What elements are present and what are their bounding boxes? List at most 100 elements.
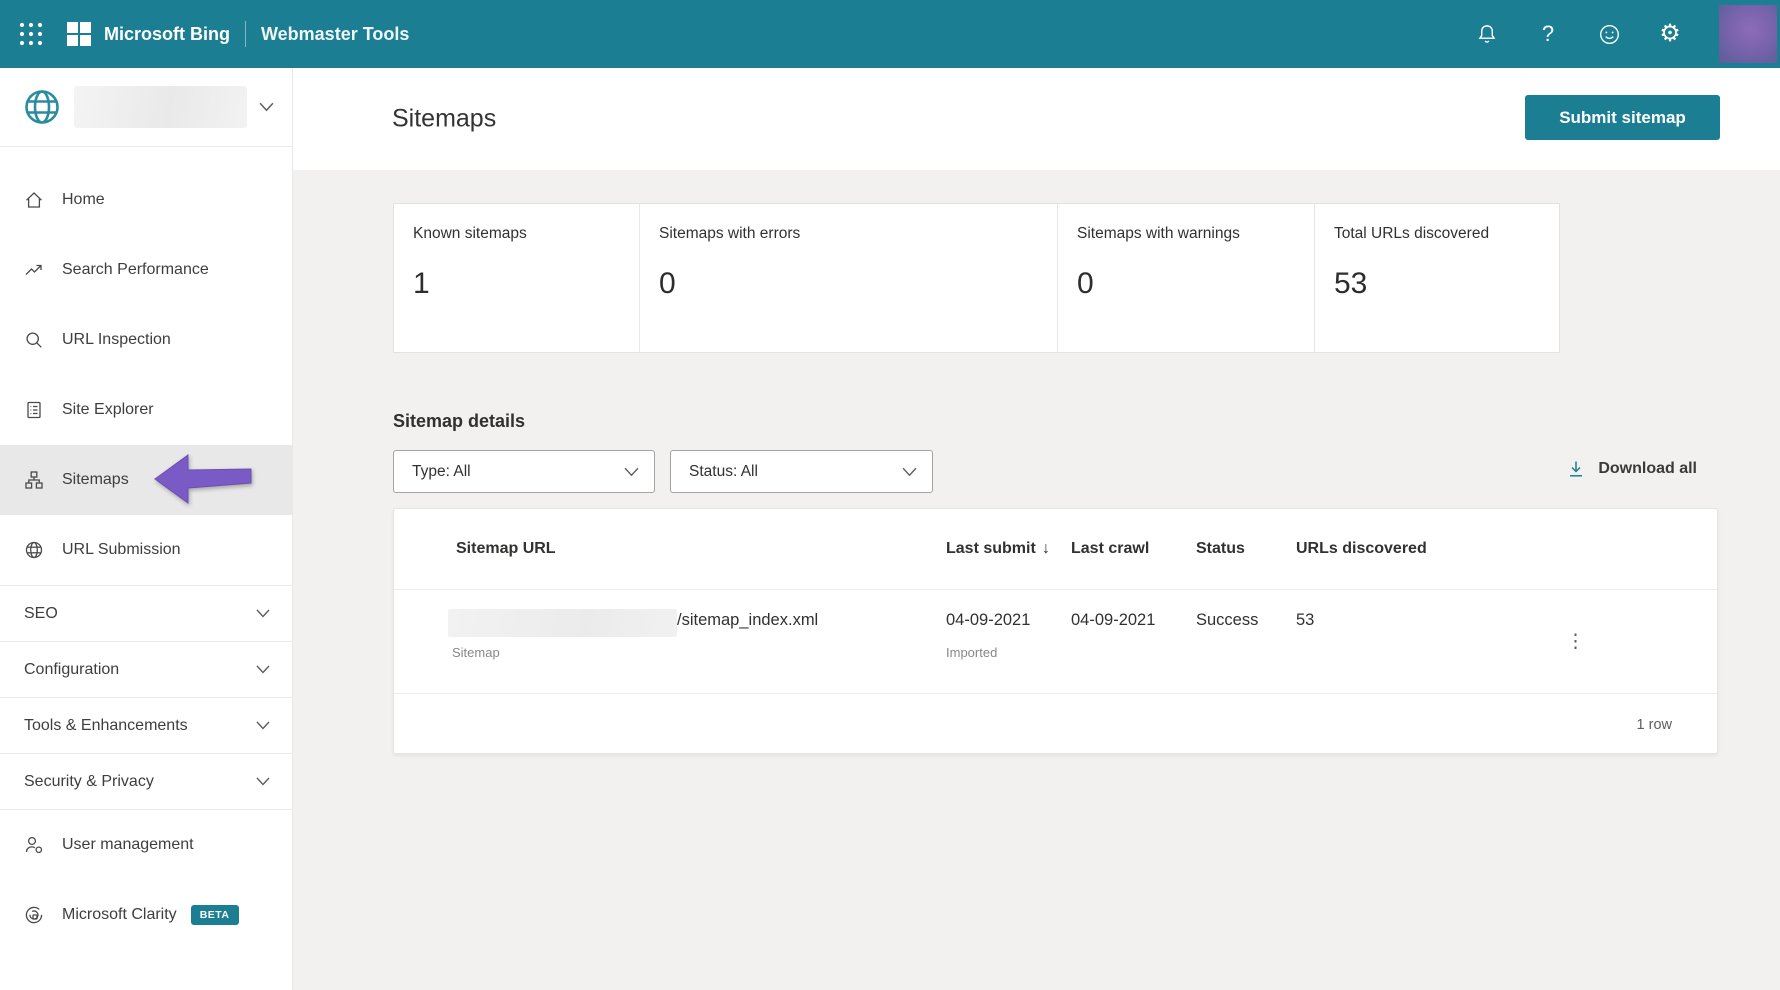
last-crawl-value: 04-09-2021 (1071, 611, 1156, 629)
sidebar-item-label: Microsoft Clarity (62, 906, 177, 923)
section-label: Security & Privacy (24, 772, 154, 790)
stat-label: Total URLs discovered (1334, 225, 1490, 242)
home-icon (26, 192, 42, 208)
column-header-sitemap-url[interactable]: Sitemap URL (456, 540, 556, 558)
sidebar-item-label: Site Explorer (62, 401, 154, 418)
sidebar-item-user-management[interactable]: User management (0, 810, 292, 880)
sitemaps-table: Sitemap URL Last submit ↓ Last crawl Sta… (393, 508, 1718, 754)
last-submit-note: Imported (946, 645, 998, 660)
status-filter-dropdown[interactable]: Status: All (670, 450, 933, 493)
row-menu-kebab-icon[interactable]: ⋮ (1566, 632, 1585, 651)
sidebar-item-label: Sitemaps (62, 471, 129, 488)
section-label: Configuration (24, 660, 120, 678)
sidebar-item-url-inspection[interactable]: URL Inspection (0, 305, 292, 375)
type-filter-dropdown[interactable]: Type: All (393, 450, 655, 493)
sidebar-item-microsoft-clarity[interactable]: Microsoft Clarity BETA (0, 880, 292, 950)
sidebar-nav: Home Search Performance URL Inspection S… (0, 147, 292, 585)
submit-sitemap-button[interactable]: Submit sitemap (1525, 95, 1720, 140)
sitemap-domain-blurred (448, 609, 677, 637)
sidebar-section-seo[interactable]: SEO (0, 586, 292, 642)
sidebar-item-search-performance[interactable]: Search Performance (0, 235, 292, 305)
feedback-smiley-icon[interactable] (1597, 22, 1621, 46)
user-icon (25, 836, 43, 854)
sidebar-section-tools-enhancements[interactable]: Tools & Enhancements (0, 698, 292, 754)
notifications-bell-icon[interactable] (1475, 22, 1499, 46)
last-submit-value: 04-09-2021 (946, 611, 1031, 629)
download-all-label: Download all (1598, 460, 1697, 477)
table-header: Sitemap URL Last submit ↓ Last crawl Sta… (394, 509, 1717, 590)
site-name-blurred (74, 86, 247, 128)
sidebar-item-label: URL Inspection (62, 331, 171, 348)
brand-divider (245, 21, 246, 47)
site-globe-icon (25, 90, 59, 124)
chevron-down-icon (902, 467, 917, 476)
page-title: Sitemaps (392, 104, 497, 133)
status-value: Success (1196, 611, 1259, 629)
trending-up-icon (25, 264, 42, 275)
sidebar-item-sitemaps[interactable]: Sitemaps (0, 445, 292, 515)
stat-value: 0 (659, 267, 676, 300)
microsoft-logo-icon (67, 22, 91, 46)
row-count: 1 row (1636, 716, 1672, 733)
sidebar-item-site-explorer[interactable]: Site Explorer (0, 375, 292, 445)
column-header-last-submit[interactable]: Last submit (946, 540, 1036, 558)
section-label: Tools & Enhancements (24, 716, 188, 734)
sort-descending-icon[interactable]: ↓ (1042, 540, 1050, 558)
stat-value: 53 (1334, 267, 1368, 300)
page-header: Sitemaps Submit sitemap (293, 68, 1780, 170)
stat-value: 1 (413, 267, 430, 300)
top-bar: Microsoft Bing Webmaster Tools ? ⚙ (0, 0, 1780, 68)
app-window: Microsoft Bing Webmaster Tools ? ⚙ Home … (0, 0, 1780, 990)
stat-card-sitemaps-with-warnings: Sitemaps with warnings 0 (1057, 204, 1314, 352)
chevron-down-icon (624, 467, 639, 476)
table-row: /sitemap_index.xml Sitemap 04-09-2021 Im… (394, 590, 1717, 694)
sidebar-section-configuration[interactable]: Configuration (0, 642, 292, 698)
clarity-icon (25, 906, 43, 924)
stat-card-known-sitemaps: Known sitemaps 1 (394, 204, 639, 352)
document-list-icon (27, 401, 41, 419)
app-launcher-waffle-icon[interactable] (18, 21, 44, 47)
sitemap-details-heading: Sitemap details (393, 411, 526, 431)
stat-label: Known sitemaps (413, 225, 527, 242)
sidebar-section-security-privacy[interactable]: Security & Privacy (0, 754, 292, 810)
status-filter-value: Status: All (689, 462, 758, 480)
product-title: Webmaster Tools (261, 23, 410, 44)
download-icon (1570, 461, 1583, 477)
magnifier-icon (26, 332, 42, 348)
sidebar-item-label: User management (62, 836, 194, 853)
chevron-down-icon (256, 777, 270, 786)
globe-icon (25, 541, 43, 559)
user-avatar[interactable] (1719, 5, 1777, 63)
sidebar-sections: SEO Configuration Tools & Enhancements S… (0, 585, 292, 810)
column-header-urls-discovered[interactable]: URLs discovered (1296, 540, 1427, 558)
sitemap-type-label: Sitemap (452, 645, 500, 660)
sidebar-item-url-submission[interactable]: URL Submission (0, 515, 292, 585)
help-icon[interactable]: ? (1536, 21, 1560, 46)
chevron-down-icon (256, 665, 270, 674)
stat-value: 0 (1077, 267, 1094, 300)
chevron-down-icon (256, 609, 270, 618)
stat-card-sitemaps-with-errors: Sitemaps with errors 0 (639, 204, 1057, 352)
stat-label: Sitemaps with warnings (1077, 225, 1240, 242)
brand-title: Microsoft Bing (104, 23, 230, 44)
sitemap-hierarchy-icon (25, 471, 43, 489)
sitemap-url-path: /sitemap_index.xml (677, 611, 819, 629)
chevron-down-icon (256, 721, 270, 730)
main-content: Sitemaps Submit sitemap Known sitemaps 1… (293, 68, 1780, 990)
stat-card-total-urls-discovered: Total URLs discovered 53 (1314, 204, 1561, 352)
sidebar: Home Search Performance URL Inspection S… (0, 68, 293, 990)
sidebar-item-home[interactable]: Home (0, 165, 292, 235)
sidebar-item-label: URL Submission (62, 541, 181, 558)
table-footer: 1 row (394, 694, 1717, 755)
column-header-status[interactable]: Status (1196, 540, 1245, 558)
site-selector[interactable] (0, 68, 292, 147)
stat-label: Sitemaps with errors (659, 225, 801, 242)
column-header-last-crawl[interactable]: Last crawl (1071, 540, 1149, 558)
topbar-actions: ? ⚙ (1475, 5, 1777, 63)
download-all-button[interactable]: Download all (1566, 459, 1697, 479)
settings-gear-icon[interactable]: ⚙ (1658, 22, 1682, 46)
urls-discovered-value: 53 (1296, 611, 1315, 629)
type-filter-value: Type: All (412, 462, 471, 480)
stats-cards: Known sitemaps 1 Sitemaps with errors 0 … (393, 203, 1560, 353)
sidebar-item-label: Home (62, 191, 105, 208)
